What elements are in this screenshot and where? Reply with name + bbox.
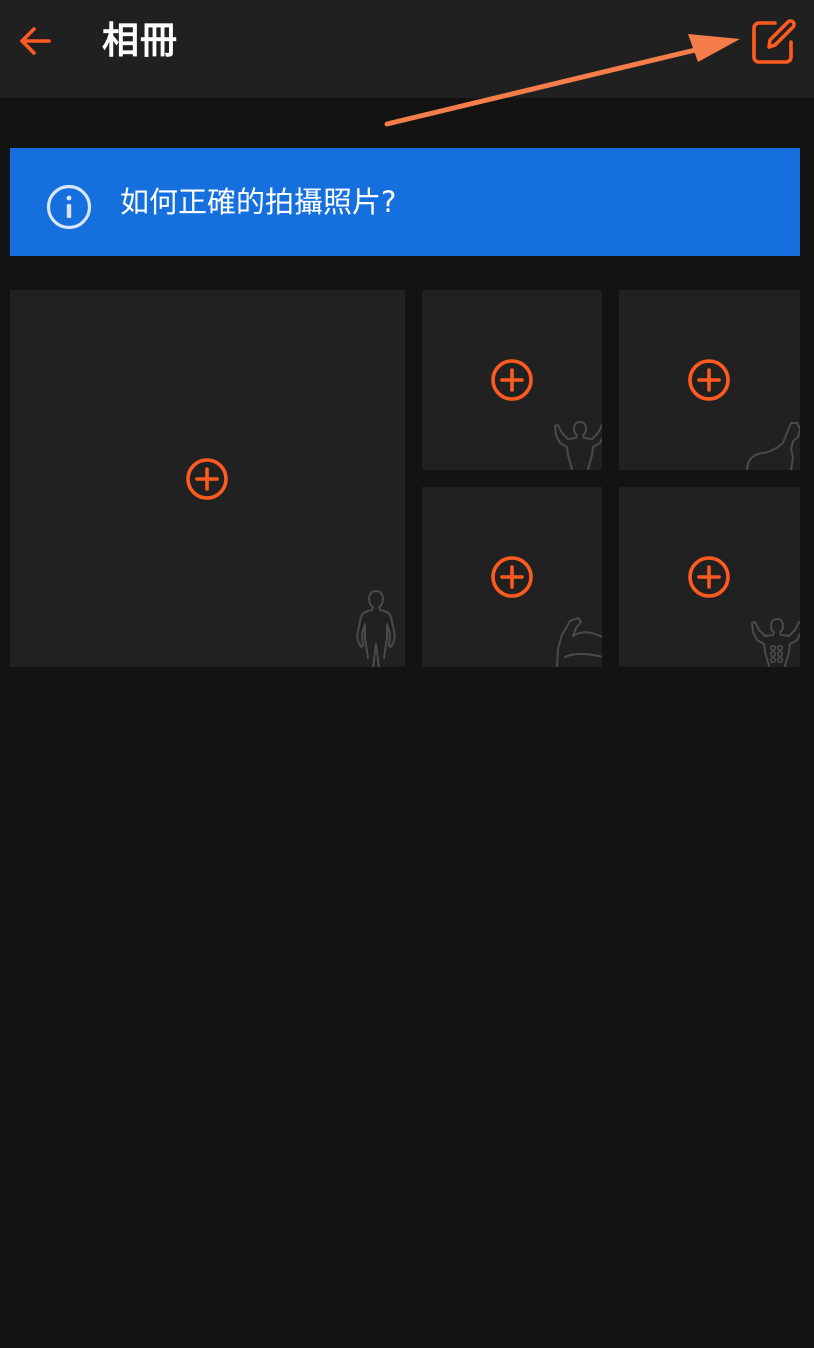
arm-flex-silhouette-icon [556, 617, 602, 667]
edit-button[interactable] [742, 10, 806, 72]
abs-silhouette-icon [751, 618, 800, 667]
photo-slot-arm-flex[interactable] [422, 487, 602, 667]
edit-square-icon [752, 19, 796, 64]
plus-circle-icon[interactable] [185, 457, 229, 501]
photo-slot-front-double-biceps[interactable] [422, 290, 602, 470]
info-circle-icon [46, 184, 92, 230]
plus-circle-icon[interactable] [490, 358, 534, 402]
photo-slot-front-full-body[interactable] [10, 290, 405, 667]
full-body-silhouette-icon [356, 590, 396, 667]
double-biceps-silhouette-icon [554, 421, 602, 470]
side-biceps-silhouette-icon [746, 422, 800, 470]
page-title: 相冊 [102, 19, 178, 62]
app-bar: 相冊 [0, 0, 814, 98]
plus-circle-icon[interactable] [490, 555, 534, 599]
photo-tips-text: 如何正確的拍攝照片? [120, 185, 397, 219]
arrow-left-icon [20, 27, 51, 55]
photo-slot-abs-and-thigh[interactable] [619, 487, 800, 667]
plus-circle-icon[interactable] [687, 555, 731, 599]
back-button[interactable] [8, 14, 62, 68]
photo-slot-side-biceps[interactable] [619, 290, 800, 470]
plus-circle-icon[interactable] [687, 358, 731, 402]
photo-tips-banner[interactable]: 如何正確的拍攝照片? [10, 148, 800, 256]
